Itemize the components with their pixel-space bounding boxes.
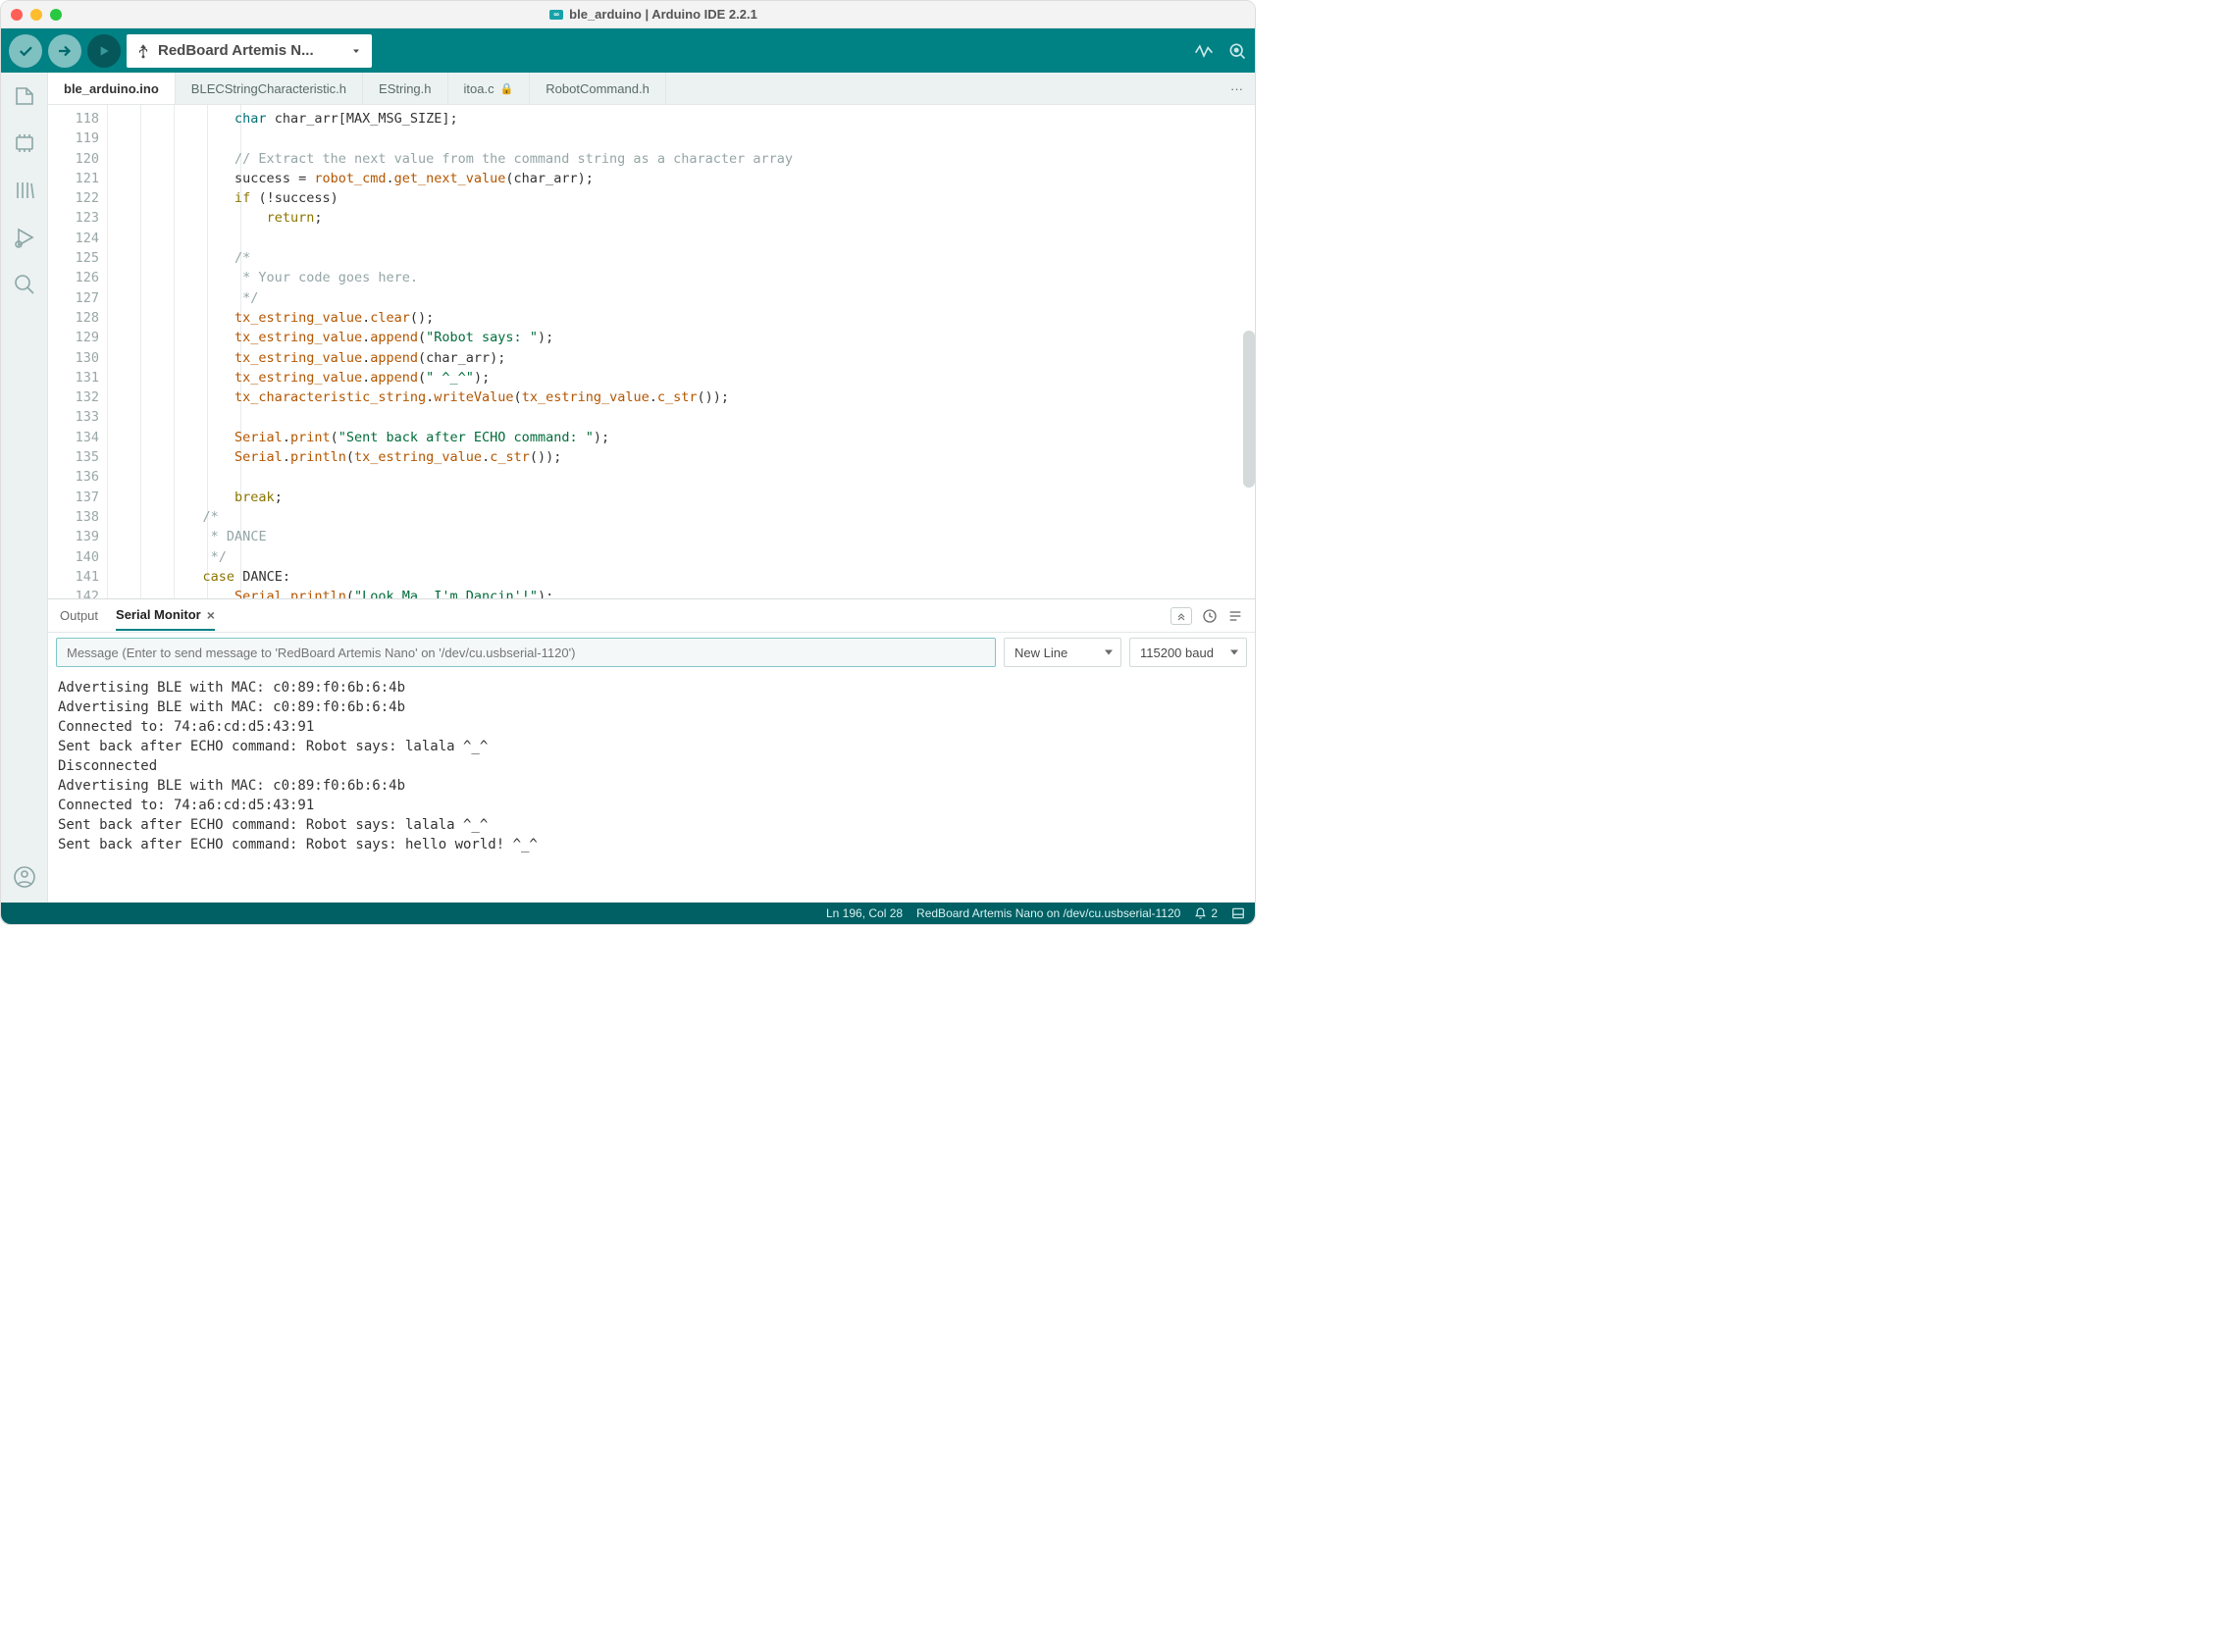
- status-close-panel-icon[interactable]: [1231, 906, 1245, 920]
- baud-rate-dropdown[interactable]: 115200 baud: [1129, 638, 1247, 667]
- board-selector-label: RedBoard Artemis N...: [158, 42, 314, 59]
- minimize-window-button[interactable]: [30, 9, 42, 21]
- activity-bar: [1, 73, 48, 903]
- serial-message-input[interactable]: [56, 638, 996, 667]
- maximize-window-button[interactable]: [50, 9, 62, 21]
- code-editor[interactable]: 118 119 120 121 122 123 124 125 126 127 …: [48, 105, 1255, 598]
- tab-serial-monitor[interactable]: Serial Monitor ×: [116, 601, 215, 631]
- panel-collapse-button[interactable]: [1171, 607, 1192, 625]
- tab-output[interactable]: Output: [60, 602, 98, 629]
- account-icon[interactable]: [11, 863, 38, 891]
- board-manager-icon[interactable]: [11, 129, 38, 157]
- tab-robotcommand[interactable]: RobotCommand.h: [530, 73, 666, 104]
- lock-icon: 🔒: [500, 82, 514, 95]
- serial-output[interactable]: Advertising BLE with MAC: c0:89:f0:6b:6:…: [48, 672, 1255, 903]
- arduino-logo-icon: ∞: [549, 10, 563, 20]
- tab-ble-arduino[interactable]: ble_arduino.ino: [48, 73, 176, 104]
- window-title: ∞ ble_arduino | Arduino IDE 2.2.1: [62, 7, 1245, 22]
- toolbar: RedBoard Artemis N...: [1, 28, 1255, 73]
- titlebar: ∞ ble_arduino | Arduino IDE 2.2.1: [1, 1, 1255, 28]
- search-icon[interactable]: [11, 271, 38, 298]
- window-title-text: ble_arduino | Arduino IDE 2.2.1: [569, 7, 757, 22]
- tabs-overflow[interactable]: ···: [1219, 73, 1255, 104]
- window-controls: [11, 9, 62, 21]
- code-content[interactable]: char char_arr[MAX_MSG_SIZE]; // Extract …: [107, 105, 1255, 598]
- debug-panel-icon[interactable]: [11, 224, 38, 251]
- library-manager-icon[interactable]: [11, 177, 38, 204]
- editor-scrollbar[interactable]: [1243, 105, 1255, 598]
- close-window-button[interactable]: [11, 9, 23, 21]
- tab-blecstring[interactable]: BLECStringCharacteristic.h: [176, 73, 363, 104]
- clear-output-icon[interactable]: [1227, 608, 1243, 624]
- debug-button[interactable]: [87, 34, 121, 68]
- status-board[interactable]: RedBoard Artemis Nano on /dev/cu.usbseri…: [916, 906, 1180, 920]
- line-gutter: 118 119 120 121 122 123 124 125 126 127 …: [48, 105, 107, 598]
- board-selector[interactable]: RedBoard Artemis N...: [127, 34, 372, 68]
- tab-estring[interactable]: EString.h: [363, 73, 447, 104]
- tab-itoa[interactable]: itoa.c 🔒: [448, 73, 531, 104]
- verify-button[interactable]: [9, 34, 42, 68]
- status-cursor[interactable]: Ln 196, Col 28: [826, 906, 903, 920]
- sketchbook-icon[interactable]: [11, 82, 38, 110]
- status-bar: Ln 196, Col 28 RedBoard Artemis Nano on …: [1, 903, 1255, 924]
- editor-tabs: ble_arduino.ino BLECStringCharacteristic…: [48, 73, 1255, 105]
- chevron-down-icon: [350, 45, 362, 57]
- usb-icon: [136, 42, 150, 60]
- bottom-panel: Output Serial Monitor ×: [48, 598, 1255, 903]
- close-icon[interactable]: ×: [207, 607, 215, 623]
- serial-monitor-button[interactable]: [1227, 41, 1247, 61]
- upload-button[interactable]: [48, 34, 81, 68]
- clock-icon[interactable]: [1202, 608, 1218, 624]
- status-notifications[interactable]: 2: [1194, 906, 1218, 920]
- line-ending-dropdown[interactable]: New Line: [1004, 638, 1121, 667]
- serial-plotter-button[interactable]: [1194, 41, 1214, 61]
